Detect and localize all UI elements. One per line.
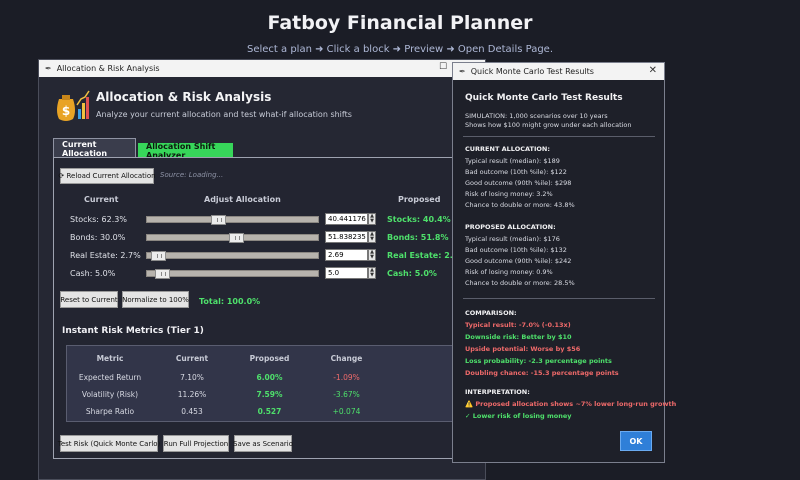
risk-header-proposed: Proposed — [249, 354, 290, 363]
current-cash-label: Cash: 5.0% — [70, 269, 116, 278]
risk-metric-sharpe: Sharpe Ratio — [85, 407, 135, 416]
window-description: Analyze your current allocation and test… — [96, 110, 352, 119]
risk-header-change: Change — [330, 354, 363, 363]
tab-allocation-shift-analyzer[interactable]: Allocation Shift Analyzer — [138, 142, 233, 160]
proposed-line: Bad outcome (10th %ile): $132 — [465, 246, 567, 254]
current-stocks-label: Stocks: 62.3% — [70, 215, 127, 224]
comparison-line: Loss probability: -2.3 percentage points — [465, 357, 612, 365]
real-estate-slider[interactable] — [146, 251, 319, 261]
proposed-cash-label: Cash: 5.0% — [387, 269, 437, 278]
proposed-bonds-label: Bonds: 51.8% — [387, 233, 449, 242]
proposed-line: Risk of losing money: 0.9% — [465, 268, 553, 276]
window-heading: Allocation & Risk Analysis — [96, 90, 272, 104]
tab-current-allocation[interactable]: Current Allocation — [53, 138, 136, 158]
interpretation-line: ✓ Lower risk of losing money — [465, 412, 572, 420]
slider-thumb[interactable] — [155, 269, 170, 279]
cash-spinbox[interactable]: 5.0 — [325, 267, 368, 279]
dialog-title: Quick Monte Carlo Test Results — [465, 93, 623, 103]
bonds-slider[interactable] — [146, 233, 319, 243]
cash-slider[interactable] — [146, 269, 319, 279]
current-line: Typical result (median): $189 — [465, 157, 560, 165]
reload-allocation-button[interactable]: ⟳ Reload Current Allocation — [58, 168, 156, 184]
ok-button[interactable]: OK — [620, 431, 652, 451]
column-adjust-header: Adjust Allocation — [204, 195, 281, 204]
reset-to-current-button[interactable]: Reset to Current — [60, 291, 118, 308]
dialog-titlebar-text: Quick Monte Carlo Test Results — [470, 67, 594, 76]
bonds-spin-arrows[interactable]: ▲ ▼ — [368, 231, 376, 243]
risk-change-expected-return: -1.09% — [333, 373, 360, 382]
current-line: Good outcome (90th %ile): $298 — [465, 179, 572, 187]
cash-spin-arrows[interactable]: ▲ ▼ — [368, 267, 376, 279]
comparison-line: Typical result: -7.0% (-0.13x) — [465, 321, 571, 329]
proposed-line: Chance to double or more: 28.5% — [465, 279, 575, 287]
proposed-allocation-heading: PROPOSED ALLOCATION: — [465, 223, 556, 231]
svg-text:$: $ — [62, 104, 70, 118]
comparison-line: Doubling chance: -15.3 percentage points — [465, 369, 619, 377]
interpretation-heading: INTERPRETATION: — [465, 388, 530, 396]
source-label: Source: Loading... — [160, 171, 224, 179]
real-estate-spin-arrows[interactable]: ▲ ▼ — [368, 249, 376, 261]
run-full-projection-button[interactable]: Run Full Projection — [163, 435, 229, 452]
risk-metrics-heading: Instant Risk Metrics (Tier 1) — [62, 326, 204, 336]
risk-proposed-sharpe: 0.527 — [257, 407, 282, 416]
current-line: Bad outcome (10th %ile): $122 — [465, 168, 567, 176]
stocks-spinbox[interactable]: 40.441176 — [325, 213, 368, 225]
feather-icon: ✒ — [45, 64, 52, 73]
current-bonds-label: Bonds: 30.0% — [70, 233, 126, 242]
current-line: Risk of losing money: 3.2% — [465, 190, 553, 198]
risk-current-sharpe: 0.453 — [181, 407, 203, 416]
app-subtitle: Select a plan ➜ Click a block ➜ Preview … — [246, 44, 554, 55]
money-bag-chart-icon: $ — [57, 90, 90, 121]
risk-proposed-volatility: 7.59% — [256, 390, 283, 399]
save-scenario-button[interactable]: Save as Scenario — [233, 435, 293, 452]
separator — [463, 136, 655, 137]
sim-line-1: SIMULATION: 1,000 scenarios over 10 year… — [465, 112, 608, 120]
interpretation-line: ⚠️ Proposed allocation shows ~7% lower l… — [465, 400, 677, 408]
stocks-slider[interactable] — [146, 215, 319, 225]
comparison-line: Downside risk: Better by $10 — [465, 333, 572, 341]
risk-metric-expected-return: Expected Return — [78, 373, 142, 382]
risk-header-metric: Metric — [96, 354, 124, 363]
separator — [463, 298, 655, 299]
proposed-line: Typical result (median): $176 — [465, 235, 560, 243]
close-icon[interactable]: ✕ — [649, 65, 657, 76]
risk-current-expected-return: 7.10% — [180, 373, 204, 382]
current-real-estate-label: Real Estate: 2.7% — [70, 251, 141, 260]
risk-change-sharpe: +0.074 — [332, 407, 361, 416]
allocation-window: ✒ Allocation & Risk Analysis ☐ $ Allocat… — [38, 59, 486, 480]
main-titlebar-text: Allocation & Risk Analysis — [56, 64, 160, 73]
comparison-heading: COMPARISON: — [465, 309, 517, 317]
proposed-line: Good outcome (90th %ile): $242 — [465, 257, 572, 265]
comparison-line: Upside potential: Worse by $56 — [465, 345, 581, 353]
risk-current-volatility: 11.26% — [177, 390, 207, 399]
proposed-stocks-label: Stocks: 40.4% — [387, 215, 451, 224]
slider-thumb[interactable] — [151, 251, 166, 261]
real-estate-spinbox[interactable]: 2.69 — [325, 249, 368, 261]
column-proposed-header: Proposed — [398, 195, 441, 204]
test-risk-button[interactable]: Test Risk (Quick Monte Carlo) — [58, 435, 160, 452]
stocks-spin-arrows[interactable]: ▲ ▼ — [368, 213, 376, 225]
current-allocation-panel: ⟳ Reload Current Allocation Source: Load… — [53, 157, 473, 459]
slider-thumb[interactable] — [229, 233, 244, 243]
window-header: $ Allocation & Risk Analysis Analyze you… — [49, 85, 475, 130]
column-current-header: Current — [84, 195, 119, 204]
total-label: Total: 100.0% — [199, 297, 261, 306]
risk-header-current: Current — [175, 354, 209, 363]
main-titlebar[interactable]: ✒ Allocation & Risk Analysis ☐ — [39, 60, 485, 77]
bonds-spinbox[interactable]: 51.838235 — [325, 231, 368, 243]
risk-metrics-table: Metric Current Proposed Change Expected … — [66, 345, 459, 422]
monte-carlo-dialog: ✒ Quick Monte Carlo Test Results ✕ Quick… — [452, 62, 676, 463]
normalize-button[interactable]: Normalize to 100% — [122, 291, 189, 308]
slider-thumb[interactable] — [211, 215, 226, 225]
sim-line-2: Shows how $100 might grow under each all… — [465, 121, 632, 129]
feather-icon: ✒ — [459, 67, 466, 76]
dialog-titlebar[interactable]: ✒ Quick Monte Carlo Test Results ✕ — [453, 63, 664, 80]
maximize-icon[interactable]: ☐ — [439, 62, 447, 72]
app-title: Fatboy Financial Planner — [267, 12, 533, 34]
current-line: Chance to double or more: 43.8% — [465, 201, 575, 209]
risk-change-volatility: -3.67% — [333, 390, 360, 399]
risk-proposed-expected-return: 6.00% — [256, 373, 283, 382]
current-allocation-heading: CURRENT ALLOCATION: — [465, 145, 550, 153]
risk-metric-volatility: Volatility (Risk) — [81, 390, 139, 399]
